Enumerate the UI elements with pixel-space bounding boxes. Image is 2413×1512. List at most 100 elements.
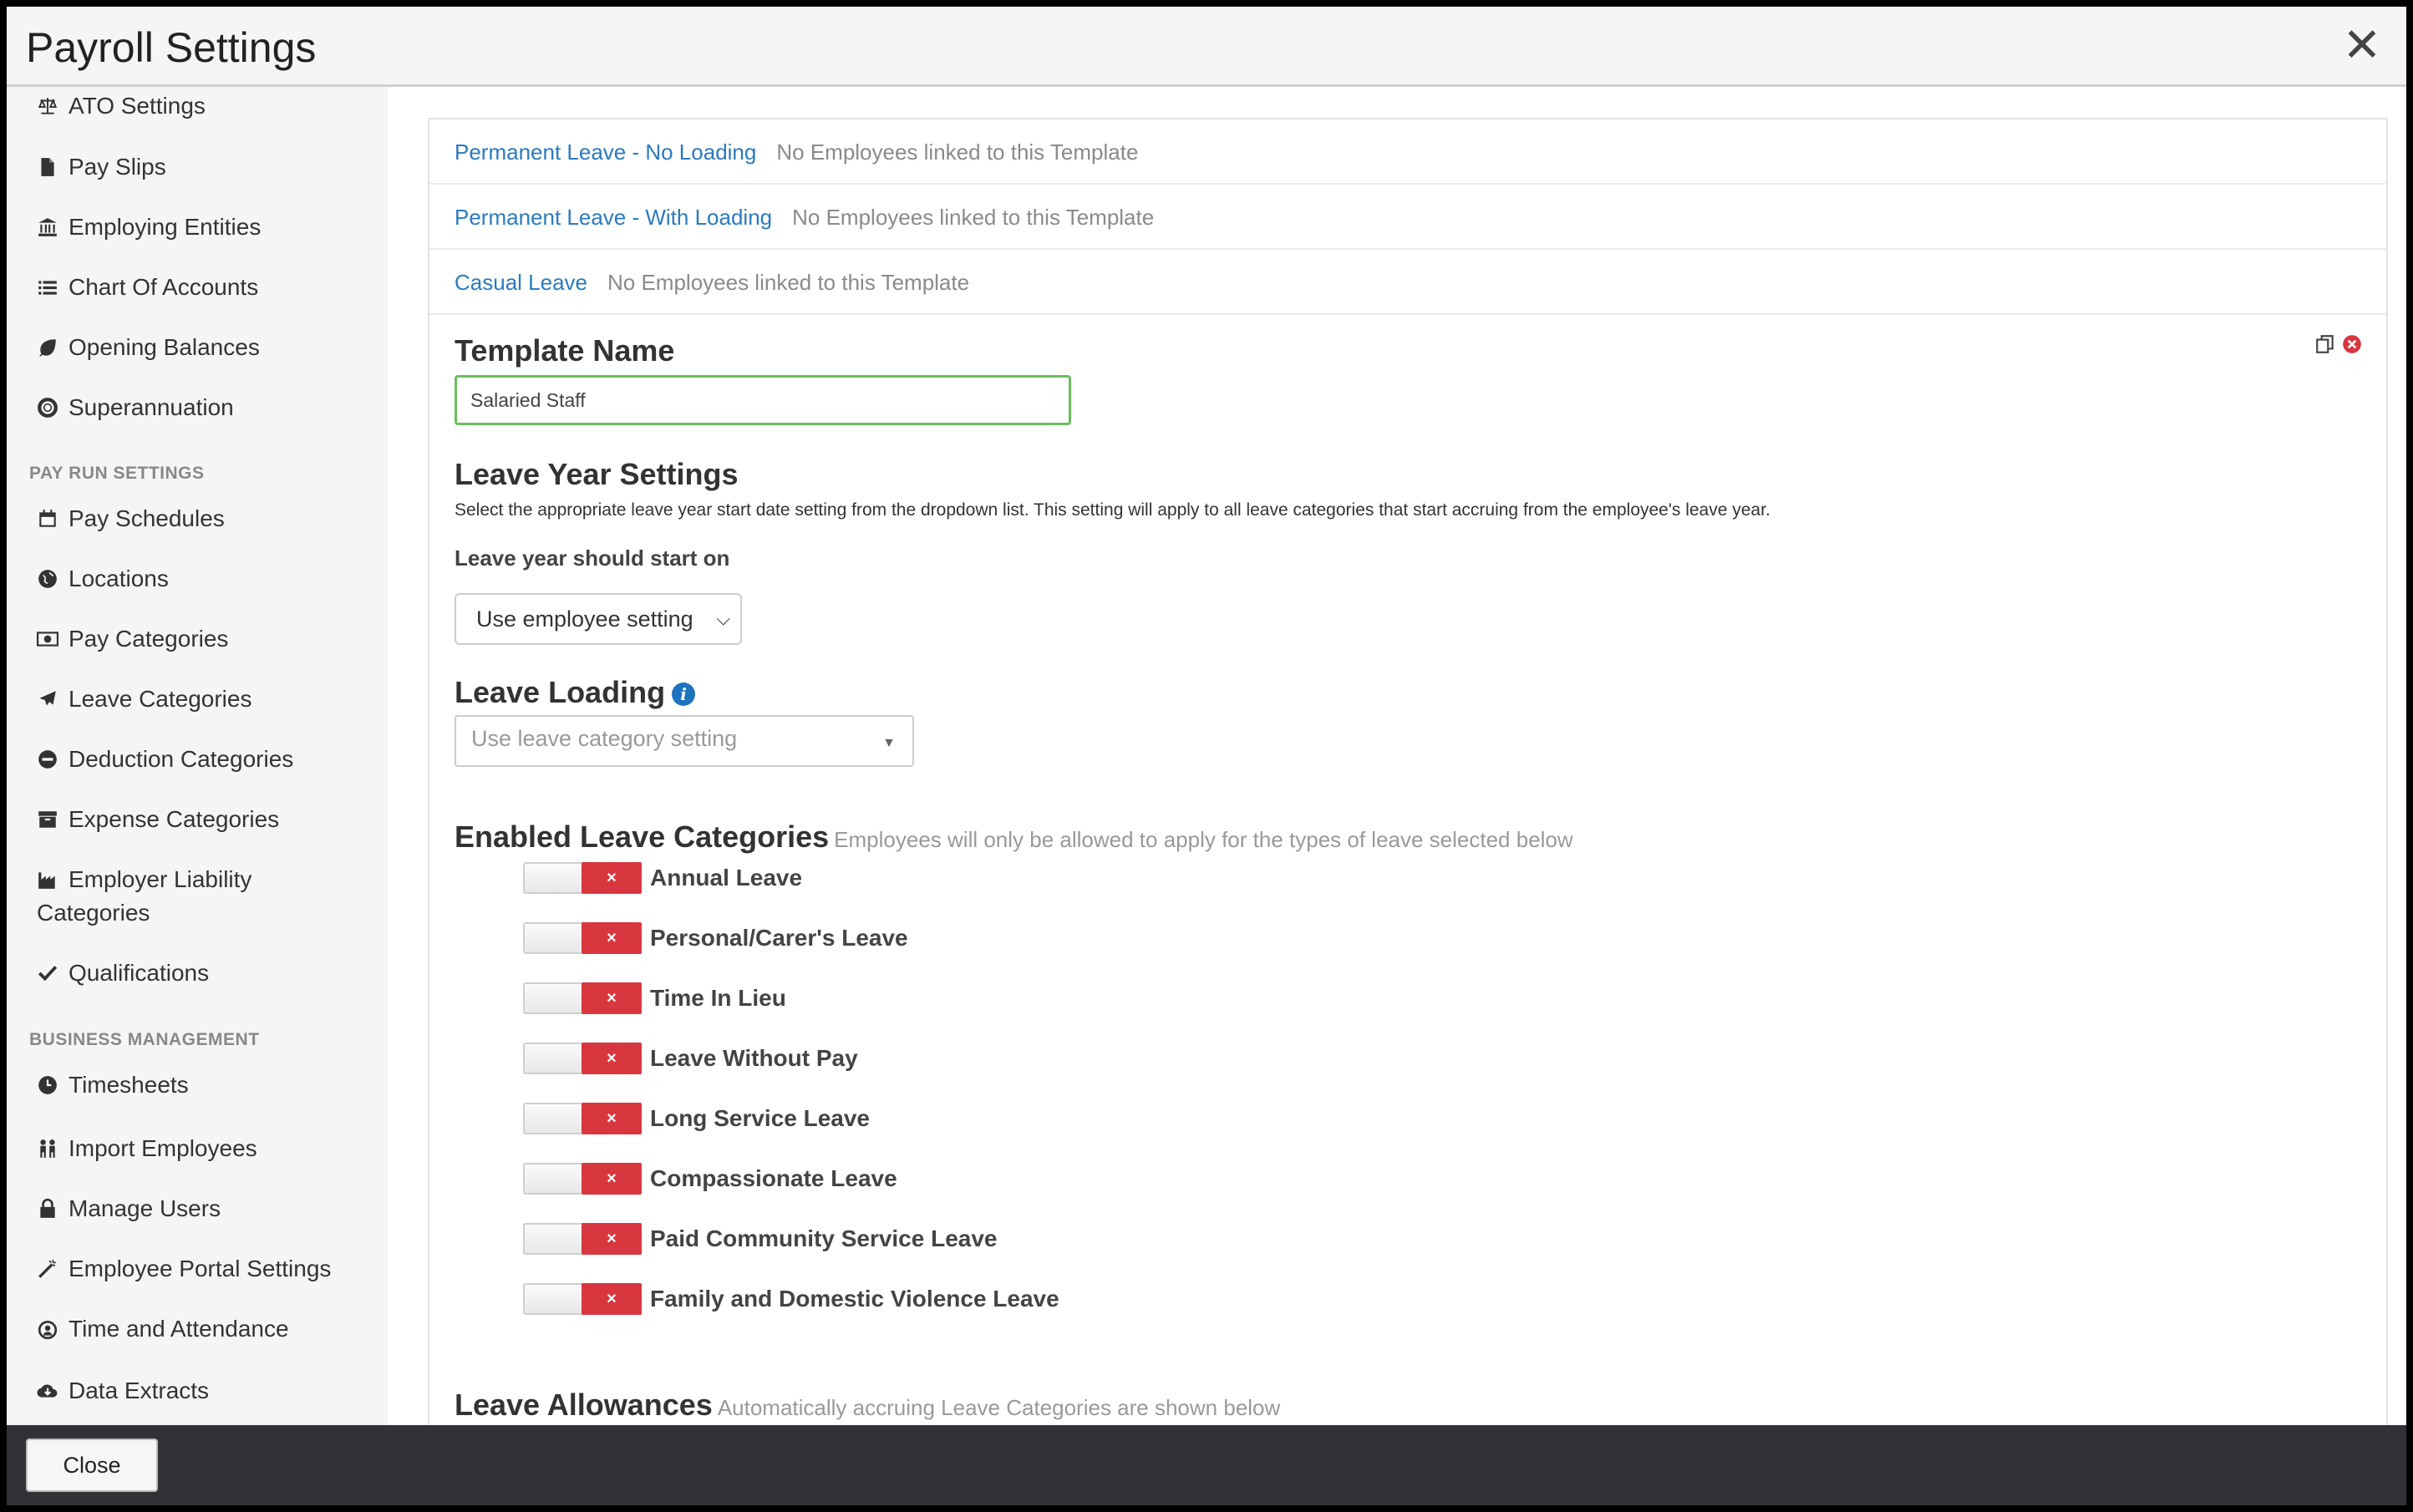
leave-category-label: Family and Domestic Violence Leave — [650, 1286, 1059, 1312]
lifebuoy-icon — [37, 391, 62, 424]
sidebar-item-label: Superannuation — [69, 394, 234, 420]
sidebar-item-label: Pay Slips — [69, 154, 166, 180]
leave-category-toggle[interactable]: × — [523, 862, 642, 894]
toggle-off-indicator: × — [582, 1163, 642, 1195]
chevron-down-icon: ⌵ — [716, 608, 730, 629]
sidebar-item-timesheets[interactable]: Timesheets — [37, 1068, 189, 1102]
leave-category-toggle[interactable]: × — [523, 1163, 642, 1195]
sidebar-item-manage-users[interactable]: Manage Users — [37, 1192, 221, 1225]
leave-year-start-label: Leave year should start on — [455, 545, 730, 571]
leave-category-toggle[interactable]: × — [523, 1103, 642, 1134]
sidebar-item-label: Locations — [69, 566, 169, 591]
leave-category-row: × Annual Leave — [523, 861, 802, 895]
sidebar-item-deduction-categories[interactable]: Deduction Categories — [37, 743, 293, 776]
sidebar-item-label: Time and Attendance — [69, 1316, 289, 1342]
sidebar-item-chart-of-accounts[interactable]: Chart Of Accounts — [37, 271, 258, 304]
sidebar-item-label: Employing Entities — [69, 214, 262, 240]
template-link[interactable]: Casual Leave — [455, 270, 587, 295]
users-icon — [37, 1132, 62, 1165]
sidebar-item-locations[interactable]: Locations — [37, 562, 169, 596]
sidebar-item-employer-liability-categories[interactable]: Employer Liability Categories — [37, 863, 371, 930]
sidebar-item-ato-settings[interactable]: ATO Settings — [37, 89, 206, 123]
leave-category-toggle[interactable]: × — [523, 982, 642, 1014]
sidebar-item-label: Manage Users — [69, 1195, 221, 1221]
modal-title: Payroll Settings — [26, 24, 317, 71]
modal-header: Payroll Settings ✕ — [7, 7, 2406, 87]
sidebar-item-superannuation[interactable]: Superannuation — [37, 391, 234, 424]
calendar-icon — [37, 502, 62, 535]
template-actions — [2314, 333, 2363, 355]
sidebar-item-opening-balances[interactable]: Opening Balances — [37, 331, 260, 364]
leave-loading-select[interactable]: Use leave category setting ▼ — [455, 715, 914, 767]
sidebar-item-label: Chart Of Accounts — [69, 274, 259, 300]
leave-allowances-subtitle: Automatically accruing Leave Categories … — [717, 1395, 1281, 1420]
toggle-off-indicator: × — [582, 1223, 642, 1255]
leave-allowances-title: Leave Allowances Automatically accruing L… — [455, 1388, 1281, 1422]
minus-circle-icon — [37, 743, 62, 776]
template-name-input[interactable] — [455, 375, 1071, 425]
sidebar-item-label: Deduction Categories — [69, 746, 294, 772]
caret-down-icon: ▼ — [882, 736, 896, 750]
sidebar-item-label: Qualifications — [69, 960, 210, 986]
leave-category-row: × Paid Community Service Leave — [523, 1222, 998, 1256]
sidebar-item-employee-portal-settings[interactable]: Employee Portal Settings — [37, 1252, 331, 1286]
toggle-off-indicator: × — [582, 982, 642, 1014]
leave-category-toggle[interactable]: × — [523, 1223, 642, 1255]
select-value: Use employee setting — [476, 606, 693, 632]
copy-icon[interactable] — [2314, 333, 2336, 355]
template-name-label: Template Name — [455, 333, 675, 368]
sidebar-item-pay-slips[interactable]: Pay Slips — [37, 150, 166, 184]
leave-category-toggle[interactable]: × — [523, 1043, 642, 1074]
info-icon[interactable]: i — [672, 682, 696, 707]
close-button[interactable]: Close — [26, 1438, 158, 1492]
leave-category-label: Time In Lieu — [650, 985, 786, 1011]
sidebar-item-label: Employer Liability Categories — [37, 863, 371, 930]
enabled-leave-categories-subtitle: Employees will only be allowed to apply … — [834, 827, 1573, 852]
toggle-off-indicator: × — [582, 922, 642, 954]
sidebar-item-expense-categories[interactable]: Expense Categories — [37, 803, 279, 836]
bank-icon — [37, 211, 62, 244]
sidebar-item-label: Import Employees — [69, 1135, 257, 1161]
sidebar-item-employing-entities[interactable]: Employing Entities — [37, 211, 261, 244]
template-row: Permanent Leave - With Loading No Employe… — [429, 185, 2386, 250]
section-header-business-management: BUSINESS MANAGEMENT — [29, 1030, 260, 1049]
cloud-download-icon — [37, 1374, 62, 1408]
sidebar-item-label: Pay Categories — [69, 626, 229, 652]
section-header-pay-run-settings: PAY RUN SETTINGS — [29, 464, 205, 483]
sidebar-item-label: ATO Settings — [69, 93, 206, 119]
leave-category-toggle[interactable]: × — [523, 922, 642, 954]
file-icon — [37, 150, 62, 184]
template-link[interactable]: Permanent Leave - No Loading — [455, 140, 756, 165]
leave-category-row: × Long Service Leave — [523, 1102, 870, 1135]
sidebar-item-pay-schedules[interactable]: Pay Schedules — [37, 502, 225, 535]
sidebar-item-time-and-attendance[interactable]: Time and Attendance — [37, 1312, 289, 1346]
template-note: No Employees linked to this Template — [607, 270, 970, 295]
sidebar-item-pay-categories[interactable]: Pay Categories — [37, 622, 228, 656]
sidebar-item-label: Employee Portal Settings — [69, 1256, 332, 1281]
content-area: Permanent Leave - No Loading No Employees… — [388, 87, 2406, 1425]
template-note: No Employees linked to this Template — [792, 205, 1155, 230]
leave-year-start-select[interactable]: Use employee setting ⌵ — [455, 593, 742, 645]
sidebar-item-leave-categories[interactable]: Leave Categories — [37, 682, 251, 716]
leave-loading-title: Leave Loading i — [455, 675, 696, 710]
industry-icon — [37, 863, 62, 896]
sidebar-item-label: Leave Categories — [69, 686, 252, 712]
leave-category-label: Long Service Leave — [650, 1105, 871, 1131]
leave-category-toggle[interactable]: × — [523, 1283, 642, 1315]
close-icon[interactable]: ✕ — [2341, 20, 2383, 70]
sidebar-item-label: Expense Categories — [69, 806, 280, 832]
sidebar-item-qualifications[interactable]: Qualifications — [37, 956, 209, 990]
template-link[interactable]: Permanent Leave - With Loading — [455, 205, 772, 230]
leave-category-row: × Compassionate Leave — [523, 1162, 897, 1195]
leave-category-row: × Time In Lieu — [523, 982, 786, 1015]
leave-category-label: Annual Leave — [650, 865, 803, 890]
template-row: Permanent Leave - No Loading No Employees… — [429, 119, 2386, 185]
sidebar-item-data-extracts[interactable]: Data Extracts — [37, 1374, 209, 1408]
leave-year-description: Select the appropriate leave year start … — [455, 500, 1770, 520]
delete-icon[interactable] — [2341, 333, 2363, 355]
leave-category-row: × Family and Domestic Violence Leave — [523, 1282, 1059, 1316]
leave-category-label: Personal/Carer's Leave — [650, 925, 908, 951]
toggle-off-indicator: × — [582, 1103, 642, 1134]
sidebar-item-import-employees[interactable]: Import Employees — [37, 1132, 257, 1165]
leave-category-row: × Leave Without Pay — [523, 1042, 858, 1075]
